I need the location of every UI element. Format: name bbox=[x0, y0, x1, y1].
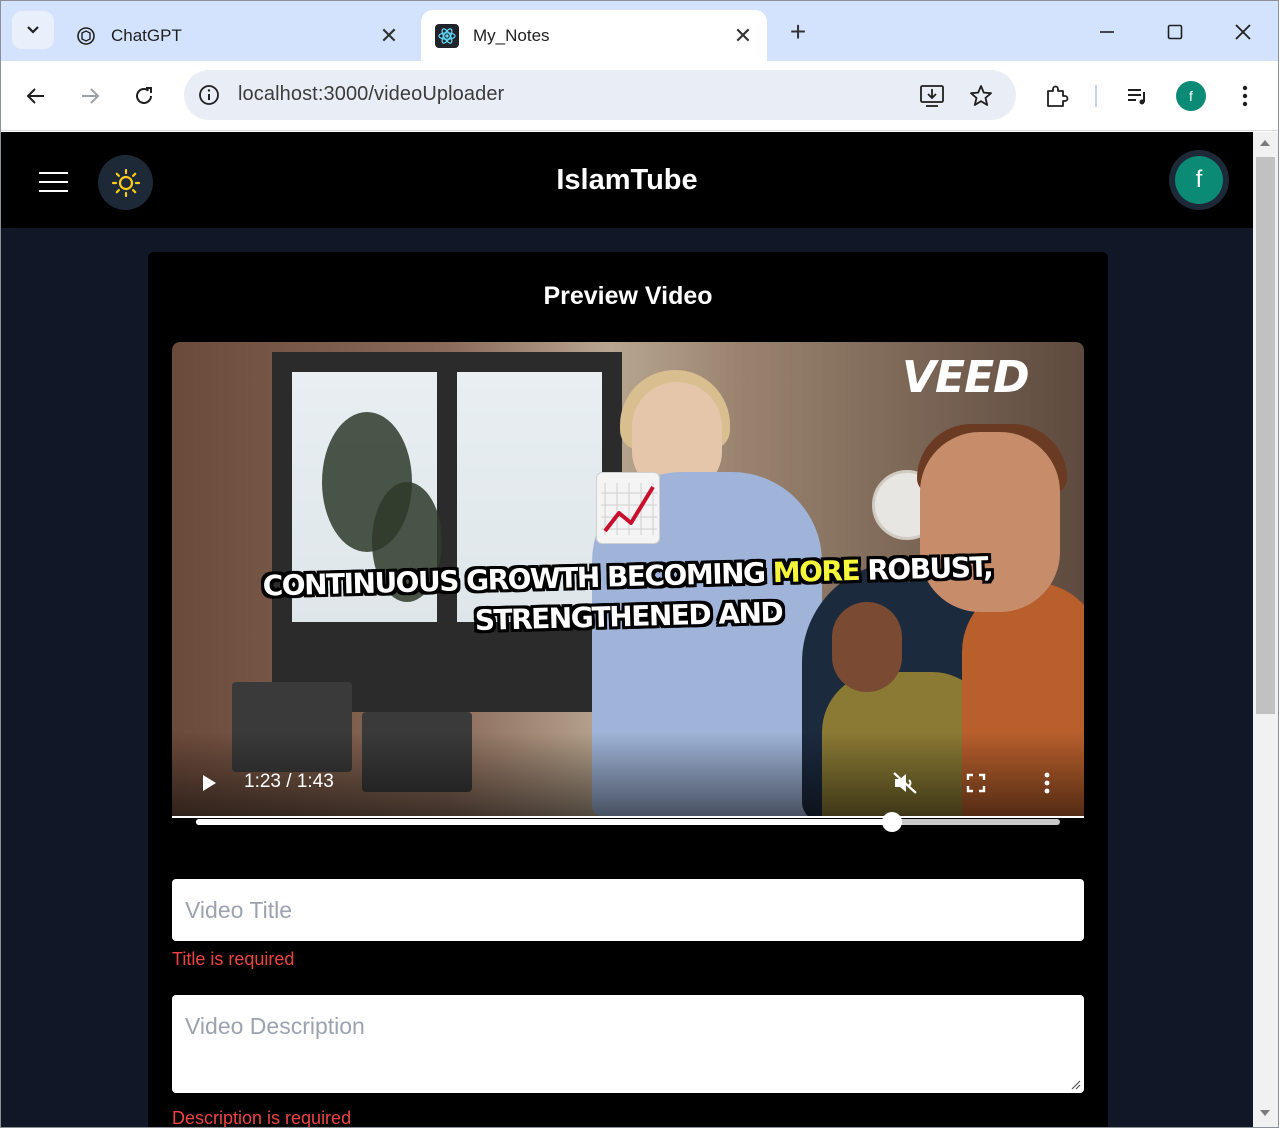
new-tab-button[interactable]: + bbox=[781, 15, 815, 49]
install-app-icon[interactable] bbox=[918, 82, 946, 110]
tab-title: My_Notes bbox=[473, 25, 550, 45]
app-header: IslamTube f bbox=[1, 132, 1253, 228]
card-title: Preview Video bbox=[543, 282, 713, 310]
play-icon bbox=[203, 775, 216, 791]
veed-watermark: VEED bbox=[902, 352, 1030, 403]
caption-text: STRENGTHENED AND bbox=[474, 595, 783, 638]
video-options-button[interactable] bbox=[1034, 766, 1060, 800]
video-description-field[interactable]: Video Description bbox=[172, 995, 1084, 1093]
mute-button[interactable] bbox=[888, 766, 922, 800]
video-edge-line bbox=[172, 816, 1084, 818]
video-frame: VEED CONTINUOUS GROWTH BECOMING MORE ROB… bbox=[172, 342, 1084, 816]
seek-bar-progress bbox=[196, 819, 893, 825]
profile-avatar[interactable]: f bbox=[1176, 81, 1206, 111]
chevron-down-icon bbox=[27, 26, 39, 34]
kebab-menu-icon bbox=[1242, 85, 1248, 107]
app-brand-title: IslamTube bbox=[556, 164, 698, 196]
volume-muted-icon bbox=[893, 772, 917, 794]
video-player[interactable]: VEED CONTINUOUS GROWTH BECOMING MORE ROB… bbox=[172, 342, 1084, 854]
toolbar-divider bbox=[1095, 85, 1097, 107]
fullscreen-icon bbox=[966, 773, 986, 793]
address-bar[interactable]: localhost:3000/videoUploader bbox=[184, 70, 1016, 120]
tab-my-notes[interactable]: My_Notes ✕ bbox=[421, 10, 767, 61]
page-scrollbar[interactable] bbox=[1253, 132, 1278, 1127]
avatar-initial: f bbox=[1175, 156, 1223, 204]
title-error-text: Title is required bbox=[172, 949, 295, 969]
tab-chatgpt[interactable]: ChatGPT ✕ bbox=[61, 10, 413, 61]
time-display: 1:23 / 1:43 bbox=[244, 771, 334, 792]
tab-search-button[interactable] bbox=[12, 11, 54, 49]
caption-highlight: MORE bbox=[772, 553, 860, 590]
back-button[interactable] bbox=[18, 78, 54, 114]
media-controls-button[interactable] bbox=[1119, 78, 1155, 114]
tab-title: ChatGPT bbox=[111, 25, 182, 45]
video-title-field[interactable]: Video Title bbox=[172, 879, 1084, 941]
scrollbar-thumb[interactable] bbox=[1256, 157, 1275, 714]
browser-window: ChatGPT ✕ My_Notes ✕ + localhost:3000/vi… bbox=[0, 0, 1279, 1128]
url-text: localhost:3000/videoUploader bbox=[238, 83, 505, 105]
reload-button[interactable] bbox=[126, 78, 162, 114]
page-content: IslamTube f Preview Video VEED CONTINUOU… bbox=[1, 132, 1253, 1128]
plus-icon: + bbox=[789, 16, 807, 47]
arrow-left-icon bbox=[26, 88, 44, 104]
description-placeholder: Video Description bbox=[185, 1013, 365, 1039]
scroll-up-arrow-icon[interactable] bbox=[1260, 140, 1270, 146]
kebab-menu-icon bbox=[1044, 772, 1050, 794]
site-info-icon[interactable] bbox=[196, 82, 222, 108]
play-button[interactable] bbox=[194, 766, 224, 800]
maximize-button[interactable] bbox=[1155, 15, 1195, 49]
playlist-icon bbox=[1128, 89, 1145, 105]
seek-bar-thumb[interactable] bbox=[882, 812, 903, 832]
scroll-down-arrow-icon[interactable] bbox=[1260, 1110, 1270, 1116]
browser-toolbar: localhost:3000/videoUploader f bbox=[1, 61, 1278, 131]
maximize-icon bbox=[1167, 24, 1183, 40]
close-icon[interactable]: ✕ bbox=[729, 22, 757, 50]
bookmark-star-icon[interactable] bbox=[967, 82, 995, 110]
upload-card: Preview Video VEED CONTINUOUS GROWTH BEC… bbox=[148, 252, 1108, 1128]
minimize-button[interactable] bbox=[1087, 15, 1127, 49]
close-window-button[interactable] bbox=[1223, 15, 1263, 49]
minimize-icon bbox=[1100, 31, 1114, 33]
scene-window bbox=[272, 352, 622, 712]
chart-increasing-icon bbox=[596, 472, 660, 544]
resize-handle-icon[interactable] bbox=[1069, 1078, 1081, 1090]
extensions-button[interactable] bbox=[1039, 78, 1075, 114]
close-icon bbox=[1235, 24, 1251, 40]
arrow-right-icon bbox=[82, 88, 100, 104]
react-icon bbox=[435, 23, 459, 48]
seek-bar[interactable] bbox=[196, 819, 1060, 825]
caption-text: ROBUST, bbox=[858, 550, 993, 587]
user-avatar-button[interactable]: f bbox=[1169, 150, 1229, 210]
close-icon[interactable]: ✕ bbox=[375, 22, 403, 50]
reload-icon bbox=[136, 87, 152, 104]
browser-menu-button[interactable] bbox=[1227, 78, 1263, 114]
tab-strip: ChatGPT ✕ My_Notes ✕ + bbox=[1, 1, 1278, 61]
description-error-text: Description is required bbox=[172, 1108, 352, 1128]
forward-button[interactable] bbox=[72, 78, 108, 114]
puzzle-icon bbox=[1047, 85, 1069, 107]
chatgpt-icon bbox=[75, 25, 97, 47]
fullscreen-button[interactable] bbox=[959, 766, 993, 800]
